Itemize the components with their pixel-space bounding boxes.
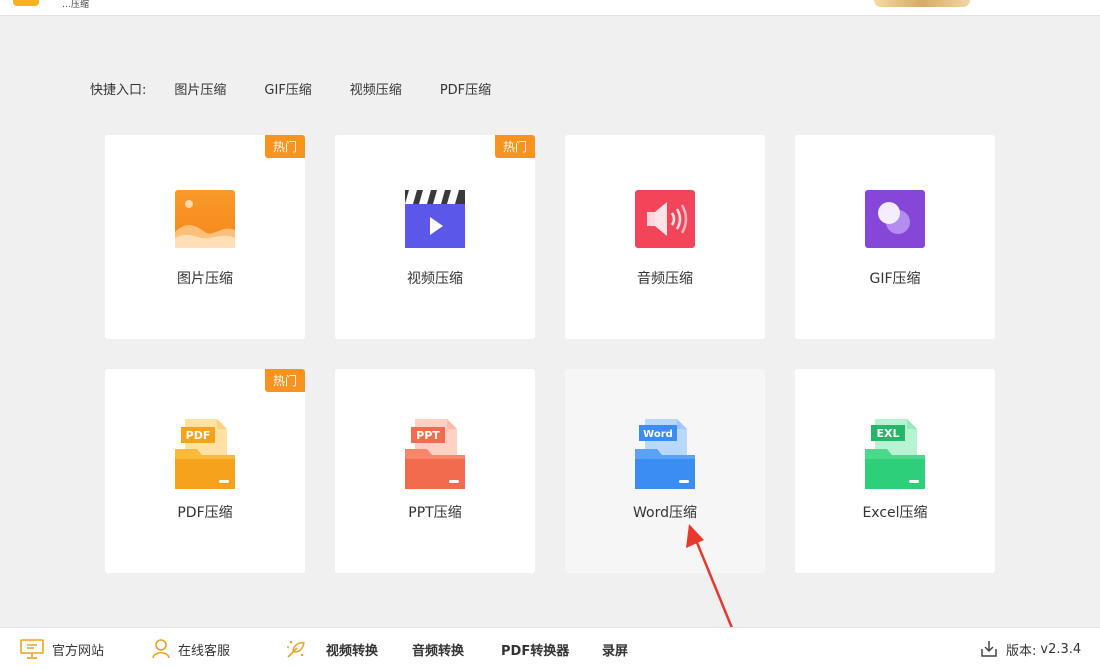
card-audio-compress[interactable]: 音频压缩 bbox=[565, 135, 765, 339]
hot-badge: 热门 bbox=[265, 135, 305, 158]
online-support-link[interactable]: 在线客服 bbox=[152, 628, 230, 669]
promo-icon-area bbox=[285, 628, 315, 669]
excel-folder-icon: EXL bbox=[865, 419, 925, 489]
pdf-converter-link[interactable]: PDF转换器 bbox=[501, 628, 569, 669]
hot-badge: 热门 bbox=[265, 369, 305, 392]
card-image-compress[interactable]: 热门 图片压缩 bbox=[105, 135, 305, 339]
version-info[interactable]: 版本: v2.3.4 bbox=[980, 628, 1081, 669]
gif-icon bbox=[865, 190, 925, 248]
official-website-link[interactable]: 官方网站 bbox=[20, 628, 104, 669]
ppt-folder-icon: PPT bbox=[405, 419, 465, 489]
card-excel-compress[interactable]: EXL Excel压缩 bbox=[795, 369, 995, 573]
version-label: 版本: bbox=[1006, 643, 1037, 659]
card-label: 图片压缩 bbox=[177, 271, 233, 287]
quick-link-gif[interactable]: GIF压缩 bbox=[264, 79, 311, 98]
version-number: v2.3.4 bbox=[1040, 641, 1082, 657]
card-word-compress[interactable]: Word Word压缩 bbox=[565, 369, 765, 573]
app-logo bbox=[13, 0, 39, 6]
video-icon bbox=[405, 190, 465, 248]
app-title: …压缩 bbox=[62, 0, 90, 10]
video-convert-link[interactable]: 视频转换 bbox=[326, 628, 378, 669]
card-ppt-compress[interactable]: PPT PPT压缩 bbox=[335, 369, 535, 573]
card-label: 音频压缩 bbox=[637, 271, 693, 287]
download-icon bbox=[981, 641, 997, 657]
excel-tag: EXL bbox=[876, 427, 899, 440]
hot-badge: 热门 bbox=[495, 135, 535, 158]
sparkle-icon bbox=[287, 640, 305, 658]
ppt-tag: PPT bbox=[416, 429, 440, 442]
card-label: GIF压缩 bbox=[869, 271, 921, 287]
quick-entry: 快捷入口: 图片压缩 GIF压缩 视频压缩 PDF压缩 bbox=[90, 78, 529, 98]
quick-link-pdf[interactable]: PDF压缩 bbox=[440, 79, 491, 98]
quick-entry-label: 快捷入口: bbox=[90, 82, 147, 98]
screen-record-link[interactable]: 录屏 bbox=[602, 628, 628, 669]
card-gif-compress[interactable]: GIF压缩 bbox=[795, 135, 995, 339]
image-icon bbox=[175, 190, 235, 248]
bottom-bar: 官方网站 在线客服 视频转换 音频转换 PDF转换器 录屏 版本: v2.3.4 bbox=[0, 627, 1100, 669]
word-folder-icon: Word bbox=[635, 419, 695, 489]
card-video-compress[interactable]: 热门 视频压缩 bbox=[335, 135, 535, 339]
card-label: PDF压缩 bbox=[177, 505, 233, 521]
user-icon bbox=[152, 639, 170, 659]
quick-link-video[interactable]: 视频压缩 bbox=[350, 79, 402, 98]
card-label: 视频压缩 bbox=[407, 271, 463, 287]
vip-button[interactable] bbox=[874, 0, 970, 7]
monitor-icon bbox=[20, 639, 44, 659]
card-pdf-compress[interactable]: 热门 PDF PDF压缩 bbox=[105, 369, 305, 573]
word-tag: Word bbox=[643, 429, 673, 440]
official-website-label: 官方网站 bbox=[52, 643, 105, 659]
pdf-folder-icon: PDF bbox=[175, 419, 235, 489]
audio-icon bbox=[635, 190, 695, 248]
card-label: PPT压缩 bbox=[408, 505, 462, 521]
online-support-label: 在线客服 bbox=[178, 643, 231, 659]
quick-link-image[interactable]: 图片压缩 bbox=[174, 79, 226, 98]
card-label: Word压缩 bbox=[633, 505, 697, 521]
pdf-tag: PDF bbox=[186, 429, 211, 442]
card-label: Excel压缩 bbox=[862, 505, 928, 521]
audio-convert-link[interactable]: 音频转换 bbox=[412, 628, 464, 669]
title-bar: …压缩 bbox=[0, 0, 1100, 16]
